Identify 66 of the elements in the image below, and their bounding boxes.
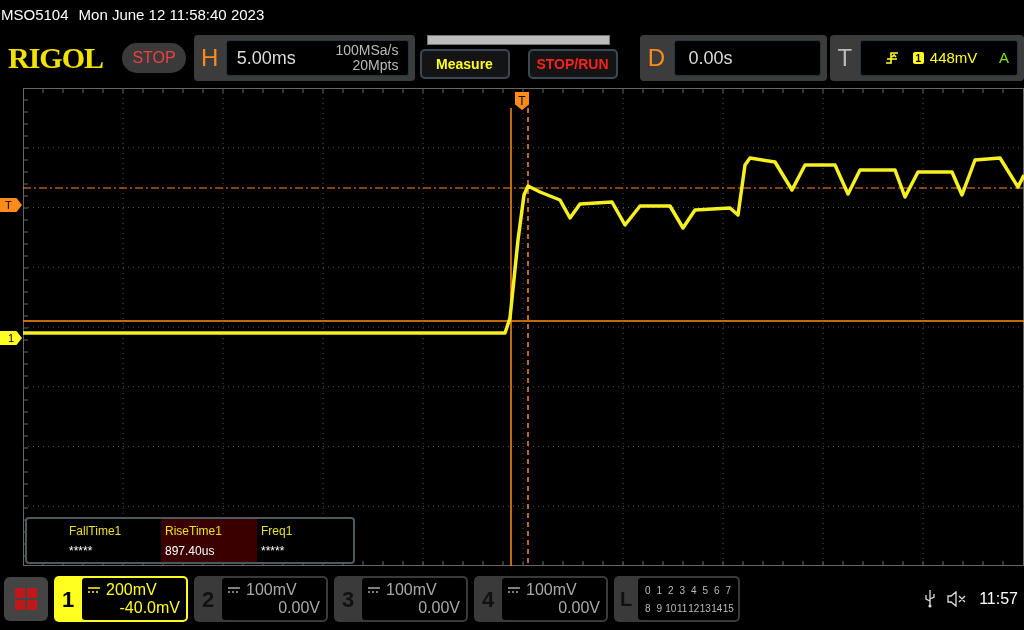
logic-channel-number: 3: [678, 583, 687, 598]
trigger-mode: A: [999, 47, 1009, 68]
logic-channel-number: 15: [722, 601, 734, 616]
measurement-label: RiseTime1: [165, 522, 223, 540]
logic-channel-number: 14: [711, 601, 723, 616]
delay-label: D: [646, 43, 667, 73]
logic-channel-number: 5: [701, 583, 710, 598]
logic-channel-number: 13: [699, 601, 711, 616]
logic-channel-number: 7: [724, 583, 733, 598]
channel-scale: 100mV: [246, 581, 297, 599]
dc-coupling-icon: [88, 587, 100, 593]
channel-marker: 1: [0, 331, 22, 345]
delay-value: 0.00s: [688, 46, 733, 70]
logic-channel-number: 6: [712, 583, 721, 598]
dc-coupling-icon: [368, 587, 380, 593]
logic-channel-number: 0: [643, 583, 652, 598]
logic-channel-number: 4: [689, 583, 698, 598]
channel-scale: 200mV: [106, 581, 157, 599]
dc-coupling-icon: [508, 587, 520, 593]
brand-logo: RIGOL: [8, 43, 105, 73]
rising-edge-icon: [884, 51, 899, 65]
usb-icon: [925, 590, 936, 608]
dc-coupling-icon: [228, 587, 240, 593]
logic-channel-number: 2: [666, 583, 675, 598]
logic-channel-number: 1: [655, 583, 664, 598]
measurement-value: 897.40us: [165, 542, 216, 560]
measurement-item[interactable]: RiseTime1 897.40us: [161, 519, 257, 562]
logic-channel-number: 11: [676, 601, 688, 616]
measurement-label: Freq1: [261, 522, 294, 540]
channel-scale: 100mV: [526, 581, 577, 599]
logic-channel-number: 12: [688, 601, 700, 616]
sample-rate: 100MSa/s: [335, 43, 399, 58]
trigger-position-marker: T: [515, 92, 529, 110]
menu-icon: [15, 588, 37, 610]
stop-run-button[interactable]: STOP/RUN: [527, 49, 618, 79]
logic-channel-number: 8: [643, 601, 652, 616]
channel-offset: 0.00V: [558, 599, 600, 617]
delay-panel[interactable]: 0.00s: [673, 40, 821, 76]
trigger-label: T: [836, 43, 854, 73]
measurement-item[interactable]: Freq1 *****: [257, 519, 353, 562]
measurement-label: FallTime1: [69, 522, 123, 540]
measurement-value: *****: [69, 542, 94, 560]
model-name: MSO5104: [1, 4, 69, 25]
clock-time: 11:57: [979, 589, 1018, 609]
speaker-muted-icon: [947, 591, 968, 607]
logic-channel-number: 9: [655, 601, 664, 616]
measurement-item[interactable]: FallTime1 *****: [65, 519, 161, 562]
horizontal-label: H: [200, 43, 220, 73]
logic-channel-number: 10: [665, 601, 677, 616]
trigger-panel[interactable]: 1 448mV A: [859, 40, 1018, 76]
trigger-level: 448mV: [929, 47, 978, 68]
channel-offset: -40.0mV: [119, 599, 180, 617]
channel-number: 1: [60, 585, 76, 614]
date-time: Mon June 12 11:58:40 2023: [78, 4, 265, 25]
trigger-level-marker: T: [0, 198, 22, 212]
channel-offset: 0.00V: [418, 599, 460, 617]
trigger-source-badge: 1: [912, 52, 924, 64]
channel-button[interactable]: 1 200mV -40.0mV: [54, 576, 188, 622]
measurement-value: *****: [261, 542, 286, 560]
measure-button[interactable]: Measure: [419, 49, 510, 79]
menu-button[interactable]: [4, 577, 48, 621]
channel-scale: 100mV: [386, 581, 437, 599]
memory-depth: 20Mpts: [352, 58, 399, 73]
channel-offset: 0.00V: [278, 599, 320, 617]
horizontal-panel[interactable]: 5.00ms 100MSa/s 20Mpts: [225, 40, 410, 76]
timebase-value: 5.00ms: [236, 46, 296, 70]
